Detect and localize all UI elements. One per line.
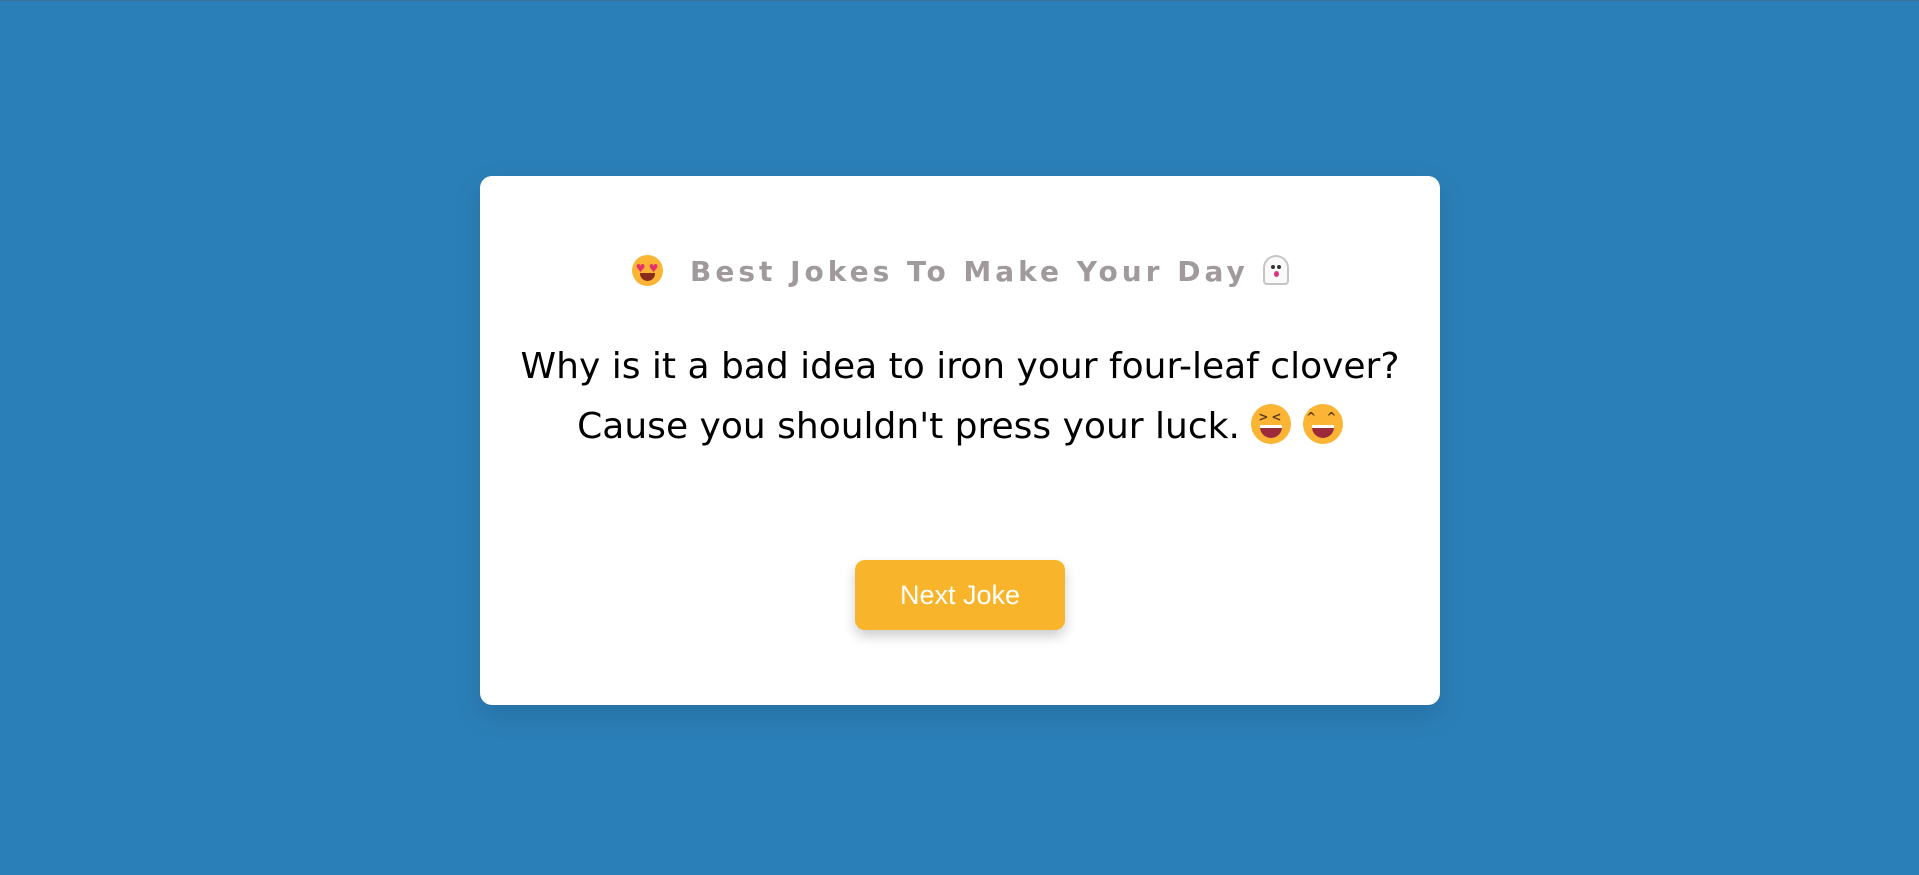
page-title-text: Best Jokes To Make Your Day <box>690 255 1249 288</box>
ghost-emoji-icon <box>1262 255 1289 285</box>
page-title: ♥ ♥ Best Jokes To Make Your Day <box>480 252 1440 292</box>
next-joke-button[interactable]: Next Joke <box>855 560 1065 630</box>
joke-card: ♥ ♥ Best Jokes To Make Your Day Why is it… <box>480 176 1440 705</box>
joke-text: Why is it a bad idea to iron your four-l… <box>504 337 1416 457</box>
heart-eyes-emoji-icon: ♥ ♥ <box>631 254 663 286</box>
grinning-emoji-icon: ^ ^ <box>1302 404 1343 444</box>
laughing-emoji-icon: >< <box>1251 404 1292 444</box>
window-top-edge <box>0 0 1919 1</box>
